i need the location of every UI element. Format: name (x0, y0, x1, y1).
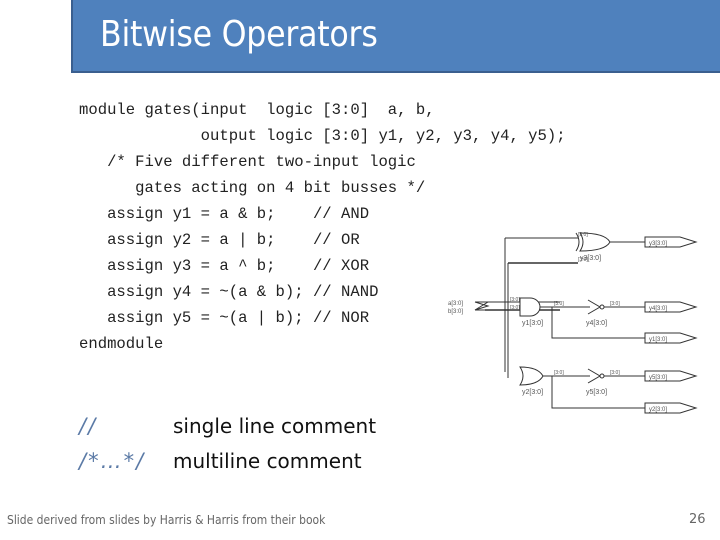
page-number: 26 (689, 512, 706, 527)
gate-label: y1[3:0] (522, 320, 543, 327)
bus-tag: [3:0] (554, 301, 564, 307)
bus-tag: [3:0] (510, 305, 520, 311)
title-bar: Bitwise Operators (71, 0, 720, 73)
output-label: y2[3:0] (649, 407, 667, 413)
bus-tag: [3:0] (554, 370, 564, 376)
slide-title: Bitwise Operators (100, 14, 378, 55)
legend-row: // single line comment (79, 409, 376, 444)
bus-tag: [3:0] (578, 257, 588, 263)
bus-tag: [3:0] (610, 370, 620, 376)
output-label: y3[3:0] (649, 241, 667, 247)
code-line: module gates(input logic [3:0] a, b, (79, 101, 435, 119)
input-label-a: a[3:0] (448, 301, 463, 307)
and-gate (519, 297, 541, 317)
legend-description: single line comment (173, 414, 377, 438)
code-line: output logic [3:0] y1, y2, y3, y4, y5); (79, 127, 566, 145)
code-line: /* Five different two-input logic (79, 153, 416, 171)
code-line: assign y1 = a & b; // AND (79, 205, 370, 223)
schematic-gates: a[3:0] b[3:0] y3[3:0] y1[3:0] y4[3:0] y2… (448, 232, 698, 414)
input-label-b: b[3:0] (448, 309, 463, 315)
bus-tag: [3:0] (510, 297, 520, 303)
not-bubble (599, 304, 605, 310)
output-label: y1[3:0] (649, 337, 667, 343)
output-label: y5[3:0] (649, 375, 667, 381)
legend-row: /*…*/ multiline comment (79, 444, 376, 479)
or-gate (519, 366, 544, 386)
gate-label: y4[3:0] (586, 320, 607, 327)
bus-tag: [3:0] (578, 232, 588, 238)
legend-symbol: // (79, 414, 98, 438)
gate-label: y2[3:0] (522, 389, 543, 396)
legend-symbol: /*…*/ (79, 449, 146, 473)
not-bubble (599, 373, 605, 379)
gate-label: y5[3:0] (586, 389, 607, 396)
output-label: y4[3:0] (649, 306, 667, 312)
code-line: gates acting on 4 bit busses */ (79, 179, 426, 197)
legend-description: multiline comment (173, 449, 362, 473)
slide-footer: Slide derived from slides by Harris & Ha… (7, 512, 326, 527)
bus-tag: [3:0] (610, 301, 620, 307)
comment-legend: // single line comment /*…*/ multiline c… (79, 409, 376, 479)
